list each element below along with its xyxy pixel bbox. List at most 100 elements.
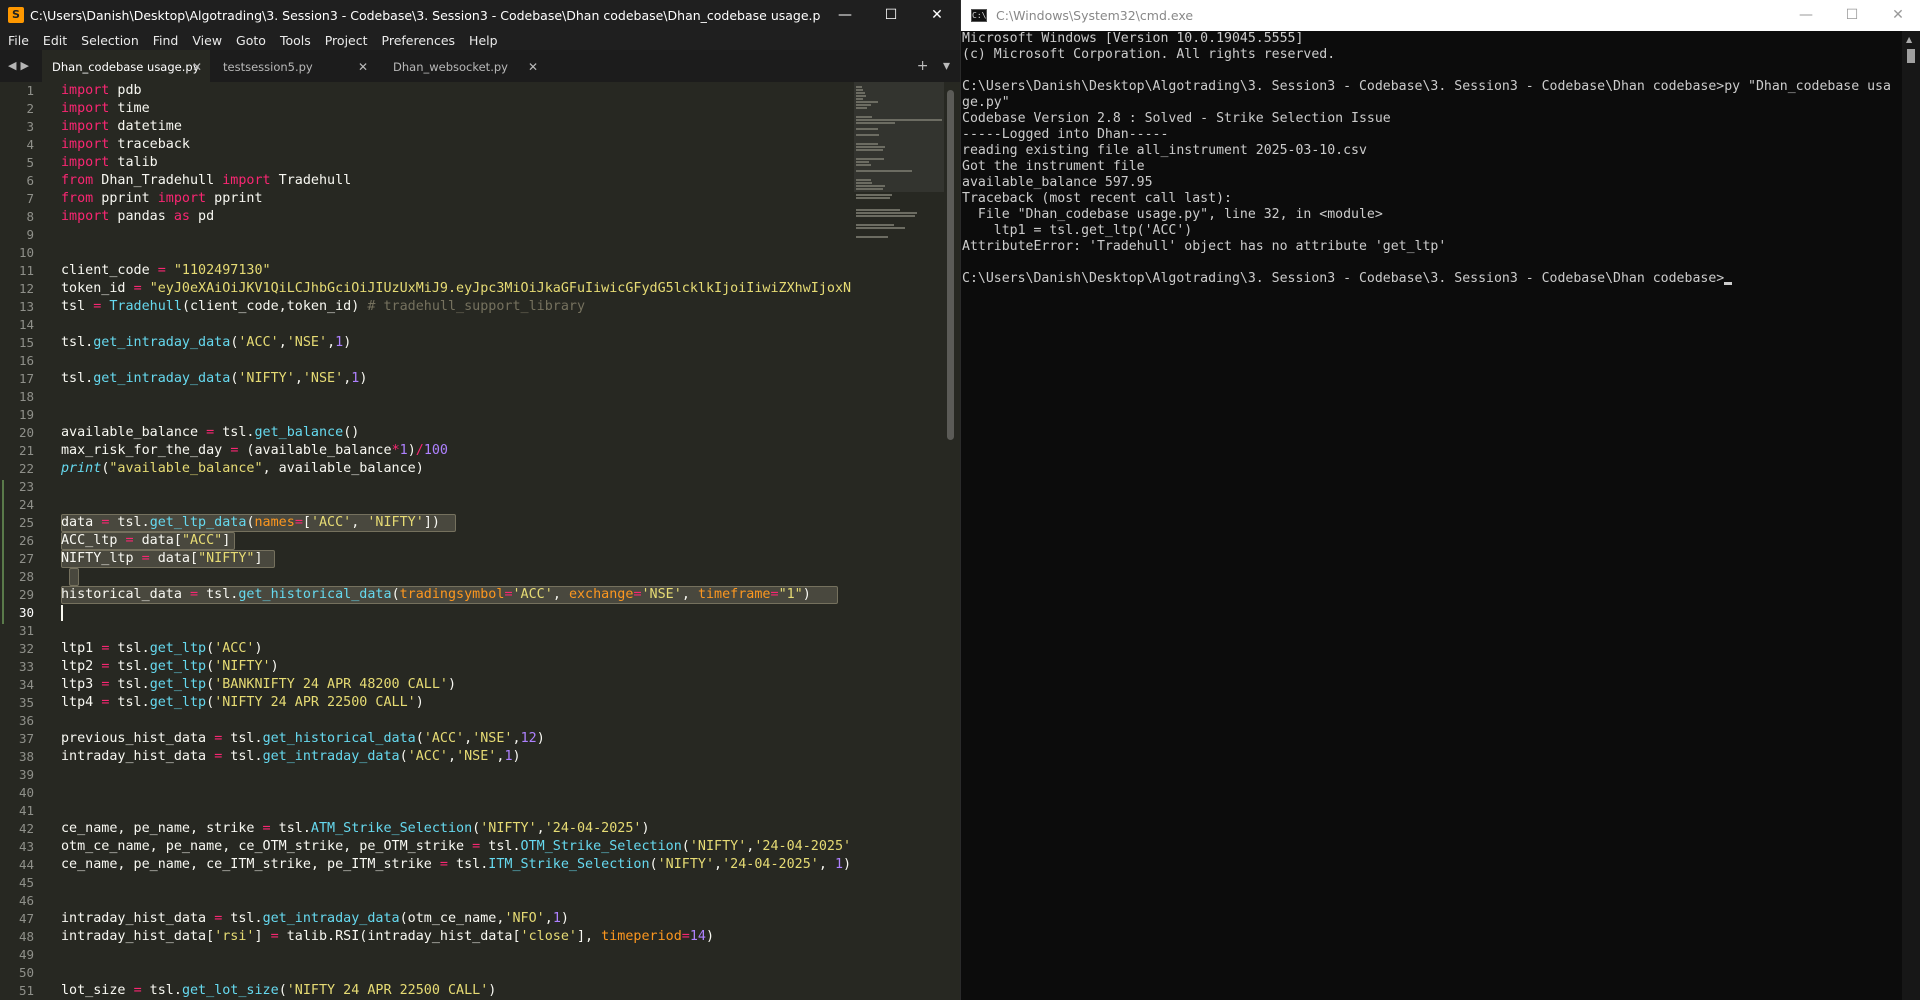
code-line[interactable]: import pdb [61,82,142,100]
line-number: 47 [18,911,34,926]
selection-highlight [69,568,79,586]
minimap-line [856,212,917,214]
scroll-up-arrow-icon[interactable]: ▲ [1906,35,1912,44]
menu-help[interactable]: Help [469,31,505,50]
menu-tools[interactable]: Tools [280,31,318,50]
code-line[interactable]: ltp1 = tsl.get_ltp('ACC') [61,640,263,658]
code-area[interactable]: import pdb import time import datetime impo… [61,82,851,1000]
code-line[interactable]: from Dhan_Tradehull import Tradehull [61,172,351,190]
code-line[interactable]: intraday_hist_data = tsl.get_intraday_da… [61,910,569,928]
terminal-line: Got the instrument file [962,159,1145,174]
minimap-line [856,209,900,211]
code-line[interactable]: tsl.get_intraday_data('ACC','NSE',1) [61,334,351,352]
code-line[interactable]: ce_name, pe_name, strike = tsl.ATM_Strik… [61,820,650,838]
code-line[interactable]: otm_ce_name, pe_name, ce_OTM_strike, pe_… [61,838,851,856]
minimap-line [856,161,869,163]
minimap-line [856,197,891,199]
minimap-line [856,134,879,136]
terminal-line: Traceback (most recent call last): [962,191,1232,206]
code-line[interactable]: tsl = Tradehull(client_code,token_id) # … [61,298,585,316]
code-line[interactable]: import pandas as pd [61,208,214,226]
terminal-output[interactable]: Microsoft Windows [Version 10.0.19045.55… [962,31,1900,1000]
code-line[interactable]: token_id = "eyJ0eXAiOiJKV1QiLCJhbGciOiJI… [61,280,851,298]
line-number: 27 [18,551,34,566]
code-line[interactable]: lot_size = tsl.get_lot_size('NIFTY 24 AP… [61,982,496,1000]
code-line[interactable]: ACC_ltp = data["ACC"] [61,532,230,550]
menu-project[interactable]: Project [325,31,375,50]
minimap-line [856,128,878,130]
code-line[interactable]: from pprint import pprint [61,190,263,208]
terminal-line: ltp1 = tsl.get_ltp('ACC') [962,223,1193,238]
line-number: 11 [18,263,34,278]
code-line[interactable]: intraday_hist_data = tsl.get_intraday_da… [61,748,521,766]
line-number: 38 [18,749,34,764]
sublime-app-icon: S [8,7,24,23]
minimap-line [856,188,883,190]
tab-dhan-websocket[interactable]: Dhan_websocket.py ✕ [383,50,546,82]
code-line[interactable]: NIFTY_ltp = data["NIFTY"] [61,550,263,568]
code-line[interactable]: historical_data = tsl.get_historical_dat… [61,586,811,604]
code-line[interactable]: ce_name, pe_name, ce_ITM_strike, pe_ITM_… [61,856,851,874]
terminal-scrollbar[interactable]: ▲ [1902,31,1920,1000]
minimap-line [856,143,879,145]
code-line[interactable]: import datetime [61,118,182,136]
code-line[interactable]: available_balance = tsl.get_balance() [61,424,359,442]
minimap-line [856,182,873,184]
line-number: 44 [18,857,34,872]
tab-list-chevron-icon[interactable]: ▾ [943,58,950,74]
menu-find[interactable]: Find [153,31,186,50]
code-line[interactable]: import traceback [61,136,190,154]
code-line[interactable]: max_risk_for_the_day = (available_balanc… [61,442,448,460]
tab-nav-arrows-icon[interactable]: ◀▶ [8,59,33,72]
line-number: 2 [26,101,34,116]
code-line[interactable]: tsl.get_intraday_data('NIFTY','NSE',1) [61,370,367,388]
minimap-line [856,185,886,187]
tab-close-icon[interactable]: ✕ [528,50,538,84]
line-number: 22 [18,461,34,476]
line-number: 50 [18,965,34,980]
line-number: 41 [18,803,34,818]
editor-scrollbar[interactable] [947,90,954,440]
code-editor[interactable]: 1 2 3 4 5 6 7 8 9 10 11 12 13 14 15 16 17 18 19 20 21 22 23 24 2… [0,82,960,1000]
menu-preferences[interactable]: Preferences [382,31,463,50]
menu-file[interactable]: File [8,31,36,50]
tab-dhan-codebase-usage[interactable]: Dhan_codebase usage.py ✕ [42,50,210,82]
tab-label: Dhan_websocket.py [393,60,508,74]
code-line[interactable]: ltp4 = tsl.get_ltp('NIFTY 24 APR 22500 C… [61,694,424,712]
terminal-line: Codebase Version 2.8 : Solved - Strike S… [962,111,1391,126]
line-number: 19 [18,407,34,422]
maximize-button[interactable]: ☐ [1829,0,1875,31]
code-line[interactable]: ltp3 = tsl.get_ltp('BANKNIFTY 24 APR 482… [61,676,456,694]
tab-testsession5[interactable]: testsession5.py ✕ [213,50,376,82]
code-line[interactable]: previous_hist_data = tsl.get_historical_… [61,730,545,748]
minimap-line [856,95,866,97]
terminal-line: ge.py" [962,95,1010,110]
menu-selection[interactable]: Selection [81,31,146,50]
code-line[interactable]: client_code = "1102497130" [61,262,271,280]
code-line[interactable]: data = tsl.get_ltp_data(names=['ACC', 'N… [61,514,440,532]
menu-goto[interactable]: Goto [236,31,273,50]
tab-close-icon[interactable]: ✕ [358,50,368,84]
tab-close-icon[interactable]: ✕ [192,50,202,84]
line-number: 32 [18,641,34,656]
code-line[interactable]: print("available_balance", available_bal… [61,460,424,478]
line-number: 12 [18,281,34,296]
new-tab-plus-icon[interactable]: + [917,58,929,74]
line-number: 42 [18,821,34,836]
minimap[interactable] [854,82,944,252]
code-line[interactable]: intraday_hist_data['rsi'] = talib.RSI(in… [61,928,714,946]
minimize-button[interactable]: — [1783,0,1829,31]
line-number: 3 [26,119,34,134]
line-number: 30 [18,605,34,620]
terminal-line: reading existing file all_instrument 202… [962,143,1367,158]
close-button[interactable]: ✕ [1875,0,1920,31]
code-line[interactable]: import talib [61,154,158,172]
scroll-thumb[interactable] [1907,49,1915,63]
maximize-button[interactable]: ☐ [868,0,914,31]
close-button[interactable]: ✕ [914,0,960,31]
code-line[interactable]: import time [61,100,150,118]
code-line[interactable]: ltp2 = tsl.get_ltp('NIFTY') [61,658,279,676]
minimize-button[interactable]: — [822,0,868,31]
menu-edit[interactable]: Edit [43,31,74,50]
menu-view[interactable]: View [192,31,229,50]
